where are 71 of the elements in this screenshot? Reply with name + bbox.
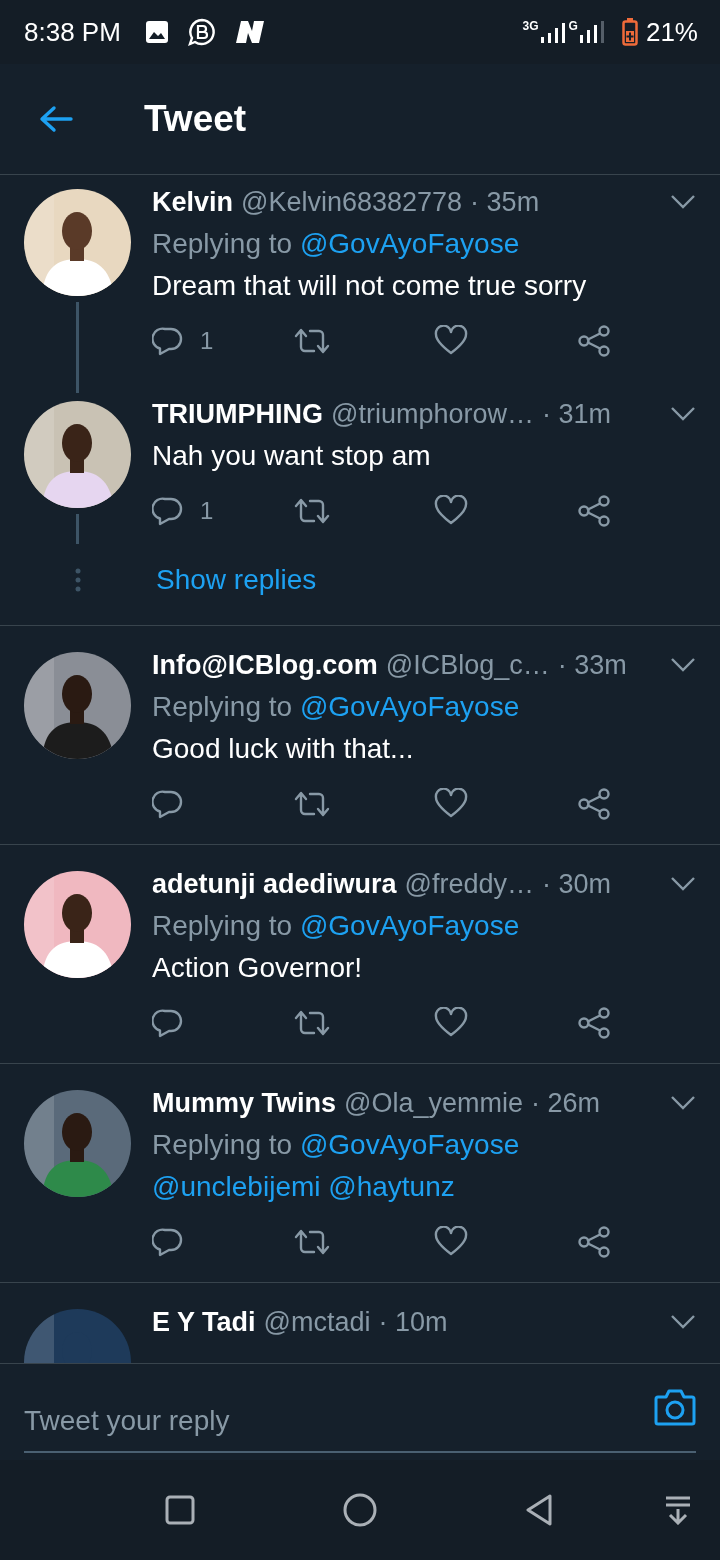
author-handle: @Kelvin68382778 [241,186,463,218]
author-name[interactable]: adetunji adediwura [152,868,397,900]
replying-label: Replying to [152,228,293,259]
app-logo-icon [234,20,265,44]
chevron-down-icon[interactable] [670,1095,696,1111]
author-handle: @triumphorow… [331,398,534,430]
tweet-time: · 26m [531,1087,601,1119]
reply-icon[interactable] [152,1226,184,1258]
mention-link[interactable]: @GovAyoFayose [299,228,520,259]
reply-icon[interactable] [152,1007,184,1039]
tweet-text: Action Governor! [152,951,364,985]
heart-icon[interactable] [434,325,468,357]
author-handle: @freddy… [404,868,534,900]
heart-icon[interactable] [434,495,468,527]
tweet-text: Good luck with that... [152,732,415,766]
tweet-time: · 33m [557,649,627,681]
replying-label: Replying to [152,691,293,722]
share-icon[interactable] [577,788,611,820]
mention-link[interactable]: @GovAyoFayose [299,691,520,722]
author-handle: @Ola_yemmie [344,1087,523,1119]
chevron-down-icon[interactable] [670,406,696,422]
replying-label: Replying to [152,910,293,941]
camera-icon[interactable] [654,1388,696,1426]
back-icon[interactable] [524,1493,554,1527]
share-icon[interactable] [577,1226,611,1258]
network-type: 3G [522,19,539,33]
tweet-text: @unclebijemi @haytunz [152,1170,456,1204]
reply-icon[interactable] [152,788,184,820]
status-time: 8:38 PM [24,16,121,48]
tweet-time: · 30m [542,868,612,900]
tweet-time: · 31m [541,398,611,430]
chevron-down-icon[interactable] [670,876,696,892]
image-icon [144,20,169,44]
share-icon[interactable] [577,325,611,357]
home-icon[interactable] [343,1493,377,1527]
reply-input-field[interactable]: Tweet your reply [24,1391,696,1453]
author-name[interactable]: Kelvin [152,186,234,218]
chat-bubble-icon [186,17,217,47]
mention-link[interactable]: @GovAyoFayose [299,910,520,941]
chevron-down-icon[interactable] [670,1314,696,1330]
show-replies-link[interactable]: Show replies [156,564,317,596]
chevron-down-icon[interactable] [670,194,696,210]
share-icon[interactable] [577,1007,611,1039]
author-handle: @mctadi [263,1306,371,1338]
reply-icon[interactable] [152,495,184,527]
tweet-text: Nah you want stop am [152,439,432,473]
author-name[interactable]: Info@ICBlog.com [152,649,378,681]
mention-link[interactable]: @GovAyoFayose [299,1129,520,1160]
tweet-time: · 35m [470,186,540,218]
page-title: Tweet [144,98,247,140]
chevron-down-icon[interactable] [670,657,696,673]
battery-percent: 21% [645,16,698,48]
more-dots-icon [75,568,81,592]
author-name[interactable]: E Y Tadi [152,1306,256,1338]
share-icon[interactable] [577,495,611,527]
author-name[interactable]: TRIUMPHING [152,398,323,430]
reply-count: 1 [200,497,214,525]
tweet-text: Dream that will not come true sorry [152,269,588,303]
author-name[interactable]: Mummy Twins [152,1087,337,1119]
notification-pull-icon[interactable] [664,1495,692,1525]
tweet-time: · 10m [378,1306,448,1338]
heart-icon[interactable] [434,1226,468,1258]
heart-icon[interactable] [434,788,468,820]
author-handle: @ICBlog_c… [385,649,550,681]
battery-icon [621,18,638,46]
replying-label: Replying to [152,1129,293,1160]
heart-icon[interactable] [434,1007,468,1039]
network-type: G [568,19,578,33]
recent-apps-icon[interactable] [165,1495,195,1525]
reply-count: 1 [200,327,214,355]
reply-icon[interactable] [152,325,184,357]
